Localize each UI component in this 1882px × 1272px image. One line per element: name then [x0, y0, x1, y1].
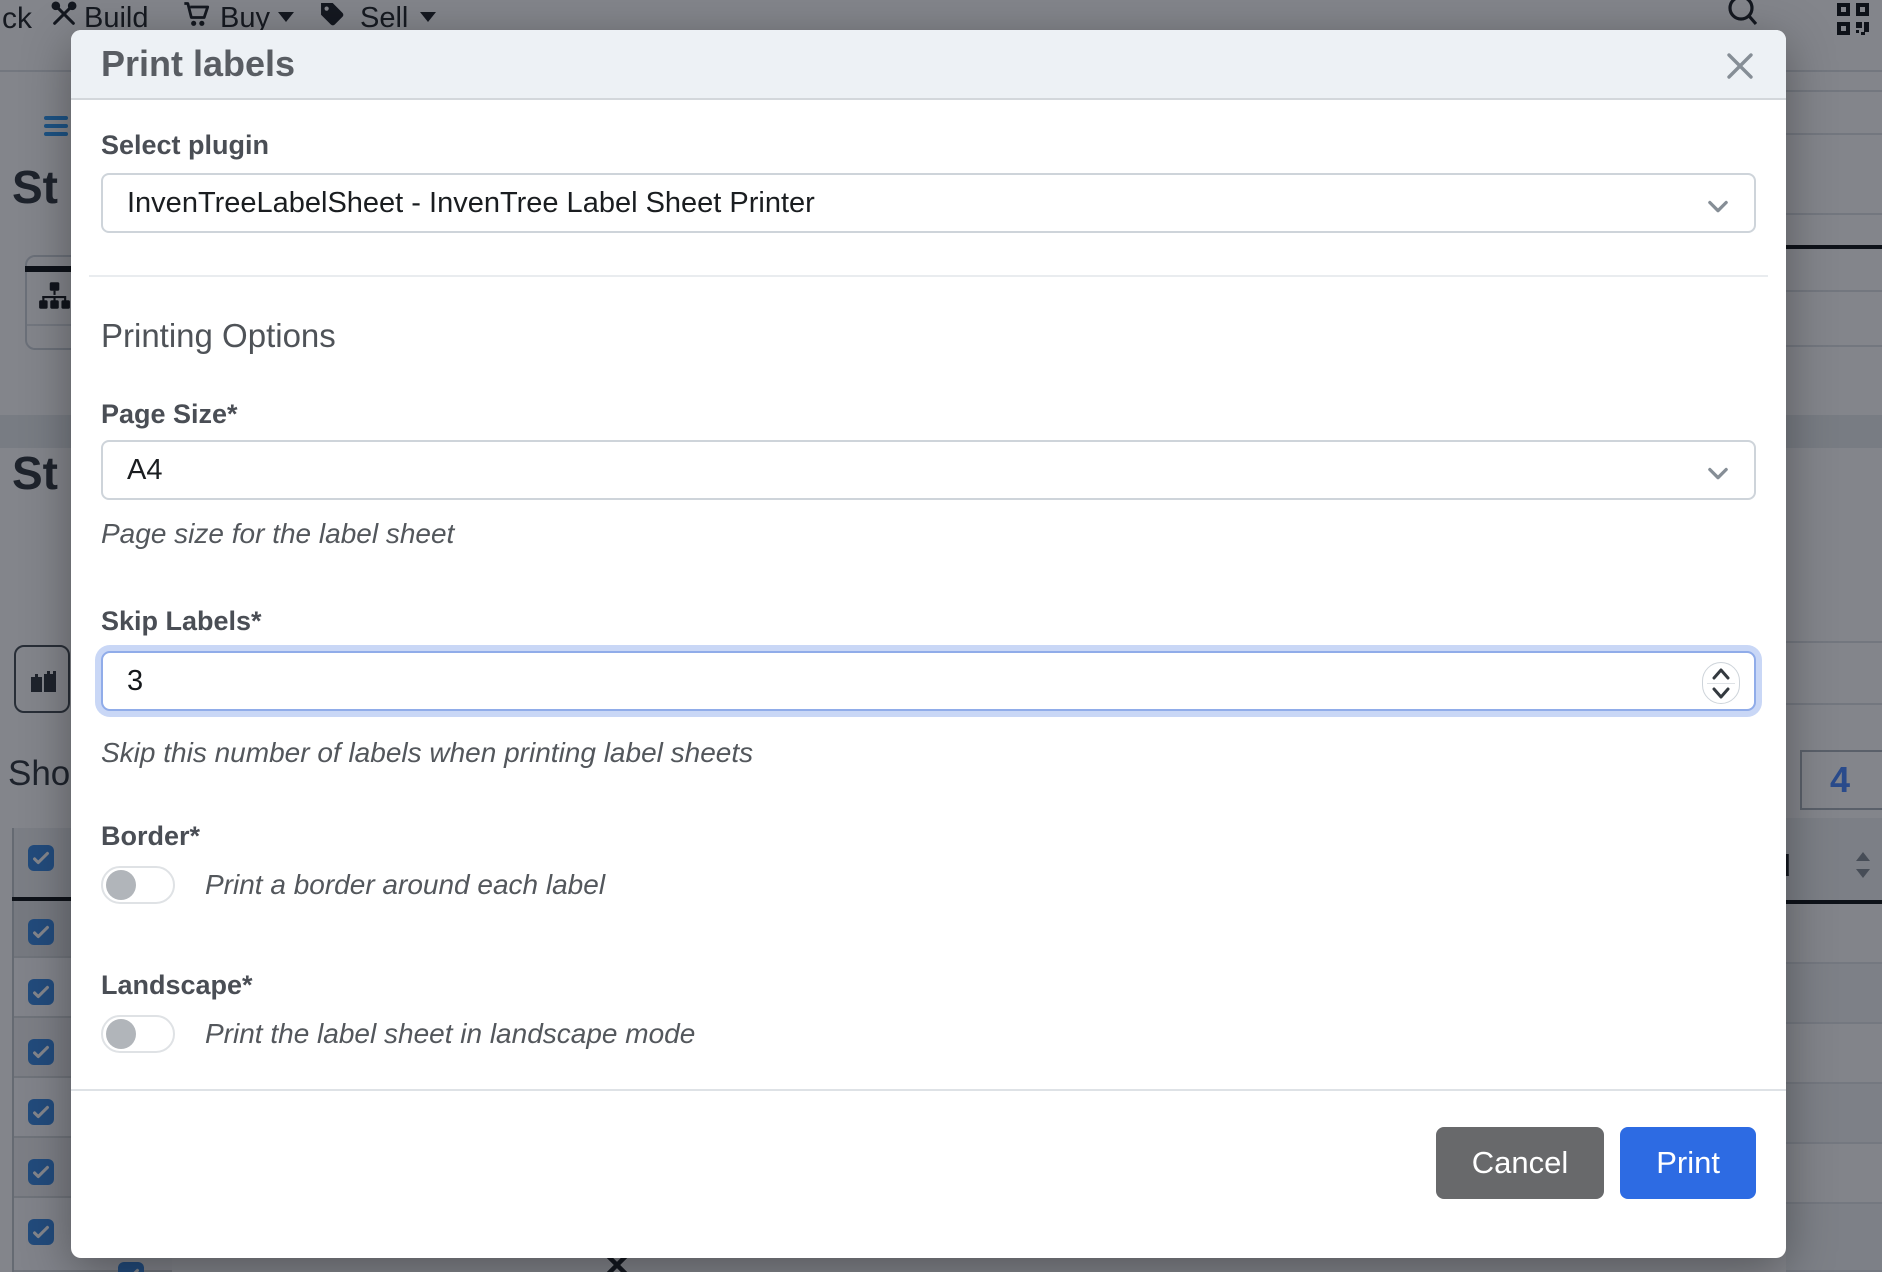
modal-title: Print labels	[101, 30, 295, 98]
cancel-button[interactable]: Cancel	[1436, 1127, 1605, 1199]
skip-labels-value: 3	[127, 665, 143, 698]
chevron-down-icon	[1704, 192, 1732, 228]
skip-labels-input[interactable]: 3	[101, 651, 1756, 711]
printing-options-heading: Printing Options	[101, 317, 1756, 355]
plugin-field-label: Select plugin	[101, 130, 1756, 161]
page-size-value: A4	[127, 454, 162, 487]
screen: ck Build Buy Sell	[0, 0, 1882, 1272]
modal-body: Select plugin InvenTreeLabelSheet - Inve…	[71, 130, 1786, 1053]
print-labels-modal: Print labels Select plugin InvenTreeLabe…	[71, 30, 1786, 1258]
page-size-label: Page Size*	[101, 399, 1756, 430]
print-button[interactable]: Print	[1620, 1127, 1756, 1199]
modal-header: Print labels	[71, 30, 1786, 100]
border-label: Border*	[101, 821, 1756, 852]
landscape-help: Print the label sheet in landscape mode	[205, 1018, 695, 1050]
page-size-help: Page size for the label sheet	[101, 518, 1756, 550]
plugin-select-value: InvenTreeLabelSheet - InvenTree Label Sh…	[127, 187, 815, 220]
chevron-down-icon	[1704, 459, 1732, 495]
landscape-label: Landscape*	[101, 970, 1756, 1001]
page-size-select[interactable]: A4	[101, 440, 1756, 500]
border-toggle[interactable]	[101, 866, 175, 904]
skip-labels-label: Skip Labels*	[101, 606, 1756, 637]
divider	[89, 275, 1768, 277]
plugin-select[interactable]: InvenTreeLabelSheet - InvenTree Label Sh…	[101, 173, 1756, 233]
close-icon	[1720, 74, 1760, 89]
border-help: Print a border around each label	[205, 869, 605, 901]
landscape-toggle[interactable]	[101, 1015, 175, 1053]
close-button[interactable]	[1720, 46, 1760, 86]
skip-labels-help: Skip this number of labels when printing…	[101, 737, 1756, 769]
number-stepper[interactable]	[1702, 662, 1740, 704]
modal-footer: Cancel Print	[71, 1089, 1786, 1199]
